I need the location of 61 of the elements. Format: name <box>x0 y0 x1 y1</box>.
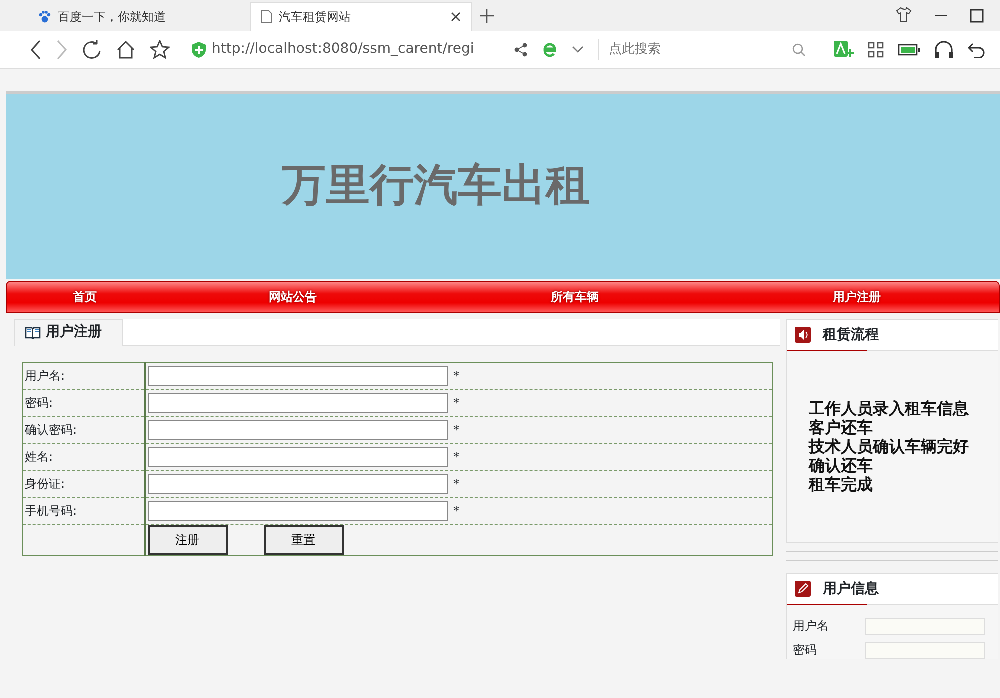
field-label: 用户名 <box>793 618 830 635</box>
close-icon[interactable] <box>451 12 461 22</box>
process-step: 工作人员录入租车信息 <box>809 399 998 418</box>
field-label: 姓名: <box>25 450 54 464</box>
field-label: 手机号码: <box>25 504 78 518</box>
home-icon[interactable] <box>116 40 136 60</box>
search-icon[interactable] <box>792 42 806 56</box>
required-mark: * <box>454 450 460 464</box>
required-mark: * <box>454 423 460 437</box>
required-mark: * <box>454 396 460 410</box>
process-step: 客户还车 <box>809 418 998 437</box>
grid-icon[interactable] <box>868 42 884 58</box>
required-mark: * <box>454 477 460 491</box>
form-button[interactable]: 注册 <box>148 525 228 555</box>
speaker-icon <box>795 327 811 343</box>
input-field[interactable] <box>148 366 448 386</box>
headphones-icon[interactable] <box>934 40 954 58</box>
input-field[interactable] <box>148 501 448 521</box>
shield-icon <box>192 42 206 58</box>
input-field[interactable] <box>148 420 448 440</box>
form-button[interactable]: 重置 <box>264 525 344 555</box>
process-step: 技术人员确认车辆完好 <box>809 437 998 456</box>
field-label: 确认密码: <box>25 423 78 437</box>
process-step: 确认还车 <box>809 456 998 475</box>
field-label: 身份证: <box>25 477 66 491</box>
undo-icon[interactable] <box>968 42 986 58</box>
nav-link[interactable]: 网站公告 <box>269 288 317 306</box>
browser-logo-icon[interactable] <box>542 42 558 58</box>
maximize-icon[interactable] <box>970 9 984 23</box>
shirt-icon[interactable] <box>896 7 912 23</box>
star-icon[interactable] <box>150 40 170 60</box>
chevron-down-icon[interactable] <box>572 46 584 54</box>
process-step: 租车完成 <box>809 475 998 494</box>
address-bar-url[interactable]: http://localhost:8080/ssm_carent/regi <box>212 39 500 60</box>
field-label: 密码: <box>25 396 54 410</box>
nav-link[interactable]: 用户注册 <box>833 288 881 306</box>
battery-icon[interactable] <box>898 44 920 56</box>
banner-title: 万里行汽车出租 <box>282 160 590 213</box>
back-icon[interactable] <box>30 40 42 60</box>
input-field[interactable] <box>148 393 448 413</box>
field-label: 密码 <box>793 642 818 659</box>
plus-icon[interactable] <box>480 9 494 23</box>
nav-link[interactable]: 首页 <box>73 288 97 306</box>
required-mark: * <box>454 369 460 383</box>
panel-title: 用户信息 <box>823 580 879 598</box>
input-field[interactable] <box>148 447 448 467</box>
browser-tab[interactable]: 汽车租赁网站 <box>250 2 472 31</box>
share-icon[interactable] <box>514 42 528 56</box>
book-icon <box>25 326 41 339</box>
paw-icon <box>38 10 52 24</box>
panel-tab[interactable]: 用户注册 <box>14 318 123 346</box>
input-field[interactable] <box>148 474 448 494</box>
translate-icon[interactable] <box>834 40 854 58</box>
page-icon <box>261 10 273 24</box>
refresh-icon[interactable] <box>82 40 102 60</box>
browser-tab[interactable]: 百度一下，你就知道 <box>28 2 250 31</box>
required-mark: * <box>454 504 460 518</box>
panel-title: 租赁流程 <box>823 326 879 344</box>
pencil-icon <box>795 581 811 597</box>
nav-link[interactable]: 所有车辆 <box>551 288 599 306</box>
field-label: 用户名: <box>25 369 66 383</box>
